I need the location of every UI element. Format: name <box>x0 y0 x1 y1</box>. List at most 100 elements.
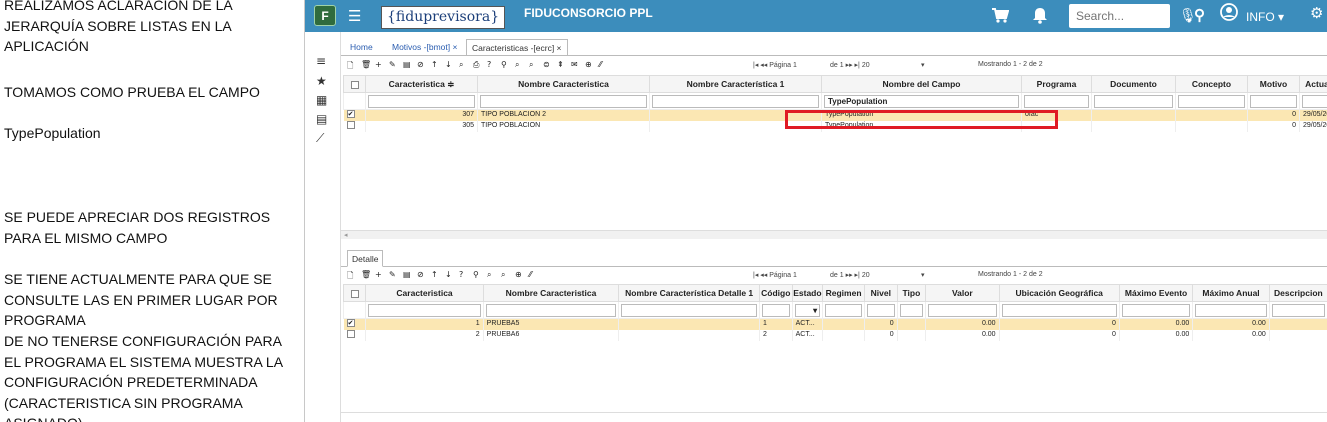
column-header[interactable]: Ubicación Geográfica <box>998 284 1120 302</box>
arrow-up-icon[interactable]: ↑ <box>431 60 438 69</box>
search-icon[interactable]: ⌕ <box>515 60 519 70</box>
pager-page[interactable]: |◂ ◂◂ Página 1 <box>753 61 797 69</box>
horizontal-scrollbar[interactable]: ◂ <box>341 230 1327 239</box>
resize-icon[interactable]: ⁄⁄ <box>599 60 602 69</box>
link-icon[interactable]: ⚲ <box>501 60 507 69</box>
column-header[interactable]: Código <box>758 284 793 302</box>
estado-filter-select[interactable]: ▾ <box>794 303 821 317</box>
filter-input[interactable] <box>1121 303 1191 317</box>
filter-input[interactable] <box>1271 303 1325 317</box>
column-header[interactable]: Caracteristica ≑ <box>365 75 478 93</box>
app-logo[interactable]: F <box>314 5 336 26</box>
column-header[interactable]: Actualizado <box>1299 75 1327 93</box>
tab-home[interactable]: Home <box>345 39 378 56</box>
column-header[interactable]: Máximo Anual <box>1192 284 1270 302</box>
filter-input[interactable] <box>1250 94 1297 108</box>
pager-of[interactable]: de 1 ▸▸ ▸| 20 <box>830 61 870 69</box>
column-header[interactable]: Descripcion <box>1268 284 1327 302</box>
filter-input[interactable] <box>825 303 862 317</box>
resize-icon[interactable]: ⁄⁄ <box>529 270 532 279</box>
filter-input[interactable] <box>1024 94 1089 108</box>
cancel-icon[interactable]: ⊘ <box>417 60 424 69</box>
filter-input[interactable] <box>761 303 790 317</box>
edit-icon[interactable]: ✎ <box>389 60 396 69</box>
filter-input[interactable] <box>652 94 819 108</box>
add-icon[interactable]: + <box>375 270 382 279</box>
gear-icon[interactable]: ⚙ <box>1310 4 1323 22</box>
delete-icon[interactable]: 🗑 <box>361 270 371 279</box>
filter-input[interactable] <box>480 94 647 108</box>
star-icon[interactable]: ★ <box>316 74 327 88</box>
filter-input[interactable] <box>368 303 481 317</box>
column-header[interactable]: Nombre Caracteristica <box>477 75 650 93</box>
column-header[interactable]: Nivel <box>863 284 898 302</box>
arrow-down-icon[interactable]: ↓ <box>445 60 452 69</box>
filter-input[interactable] <box>485 303 617 317</box>
tab-detalle[interactable]: Detalle <box>347 250 384 267</box>
user-avatar-icon[interactable] <box>1220 3 1238 21</box>
find-icon[interactable]: ⌕ <box>459 60 463 70</box>
pin-icon[interactable]: ⇞ <box>557 60 564 69</box>
row-checkbox[interactable] <box>346 330 355 339</box>
column-header[interactable]: Estado <box>791 284 824 302</box>
delete-icon[interactable]: 🗑 <box>361 60 371 69</box>
table-row[interactable]: 305 TIPO POBLACION TypePopulation 0 29/0… <box>343 120 1327 132</box>
table-row[interactable]: ✔ 307 TIPO POBLACION 2 TypePopulation of… <box>343 109 1327 121</box>
arrow-down-icon[interactable]: ↓ <box>445 270 452 279</box>
user-menu[interactable]: INFO ▾ <box>1246 10 1284 24</box>
column-header[interactable]: Programa <box>1021 75 1092 93</box>
filter-input[interactable] <box>368 94 475 108</box>
print-icon[interactable]: ⎙ <box>473 60 479 70</box>
menu-toggle-icon[interactable]: ☰ <box>348 7 361 25</box>
save-icon[interactable]: ▤ <box>403 60 411 69</box>
cancel-icon[interactable]: ⊘ <box>417 270 424 279</box>
column-header[interactable]: Regimen <box>822 284 865 302</box>
mail-icon[interactable]: ✉ <box>571 60 578 69</box>
scroll-left-icon[interactable]: ◂ <box>344 232 348 239</box>
filter-input[interactable] <box>1195 303 1267 317</box>
search-advanced-icon[interactable]: ⌕ <box>501 270 505 280</box>
column-header[interactable]: Nombre Caracteristica <box>482 284 620 302</box>
search-icon[interactable]: ⚲ <box>1194 6 1205 24</box>
column-header[interactable]: Caracteristica <box>365 284 484 302</box>
filter-icon[interactable]: ⊜ <box>543 60 550 69</box>
chart-icon[interactable]: ⟋ <box>316 131 324 146</box>
filter-input[interactable] <box>1178 94 1245 108</box>
new-doc-icon[interactable]: 🗋 <box>347 60 353 74</box>
row-checkbox[interactable] <box>346 121 355 130</box>
help-icon[interactable]: ? <box>487 60 491 69</box>
filter-input[interactable] <box>1302 94 1327 108</box>
select-all-checkbox[interactable] <box>343 75 366 93</box>
arrow-up-icon[interactable]: ↑ <box>431 270 438 279</box>
new-doc-icon[interactable]: 🗋 <box>347 270 353 284</box>
column-header[interactable]: Concepto <box>1175 75 1248 93</box>
edit-icon[interactable]: ✎ <box>389 270 396 279</box>
plus-circle-icon[interactable]: ⊕ <box>585 60 592 69</box>
select-all-checkbox[interactable] <box>342 284 367 302</box>
search-input[interactable] <box>1069 4 1170 28</box>
cart-icon[interactable] <box>991 6 1009 24</box>
search-icon[interactable]: ⌕ <box>487 270 491 280</box>
tab-motivos[interactable]: Motivos -[bmot] × <box>387 39 462 56</box>
page-size-chevron-icon[interactable]: ▾ <box>921 61 925 69</box>
column-header[interactable]: Valor <box>925 284 1000 302</box>
page-size-chevron-icon[interactable]: ▾ <box>921 271 925 279</box>
campo-filter-input[interactable]: TypePopulation <box>824 94 1019 108</box>
column-header[interactable]: Máximo Evento <box>1118 284 1194 302</box>
pager-of[interactable]: de 1 ▸▸ ▸| 20 <box>830 271 870 279</box>
list-icon[interactable]: ▤ <box>316 112 327 126</box>
row-checkbox[interactable]: ✔ <box>346 319 355 328</box>
filter-input[interactable] <box>1001 303 1117 317</box>
filter-input[interactable] <box>928 303 997 317</box>
link-icon[interactable]: ⚲ <box>473 270 479 279</box>
column-header[interactable]: Nombre Característica Detalle 1 <box>618 284 760 302</box>
table-row[interactable]: ✔ 1 PRUEBA5 1 ACT... 0 0.00 0 0.00 0.00 <box>343 318 1327 330</box>
search-advanced-icon[interactable]: ⌕ <box>529 60 533 70</box>
filter-input[interactable] <box>621 303 757 317</box>
help-icon[interactable]: ? <box>459 270 463 279</box>
tab-caracteristicas[interactable]: Caracteristicas -[ecrc] × <box>466 39 568 56</box>
filter-input[interactable] <box>1094 94 1173 108</box>
column-header[interactable]: Motivo <box>1247 75 1300 93</box>
column-header[interactable]: Tipo <box>896 284 927 302</box>
column-header[interactable]: Nombre Característica 1 <box>649 75 822 93</box>
